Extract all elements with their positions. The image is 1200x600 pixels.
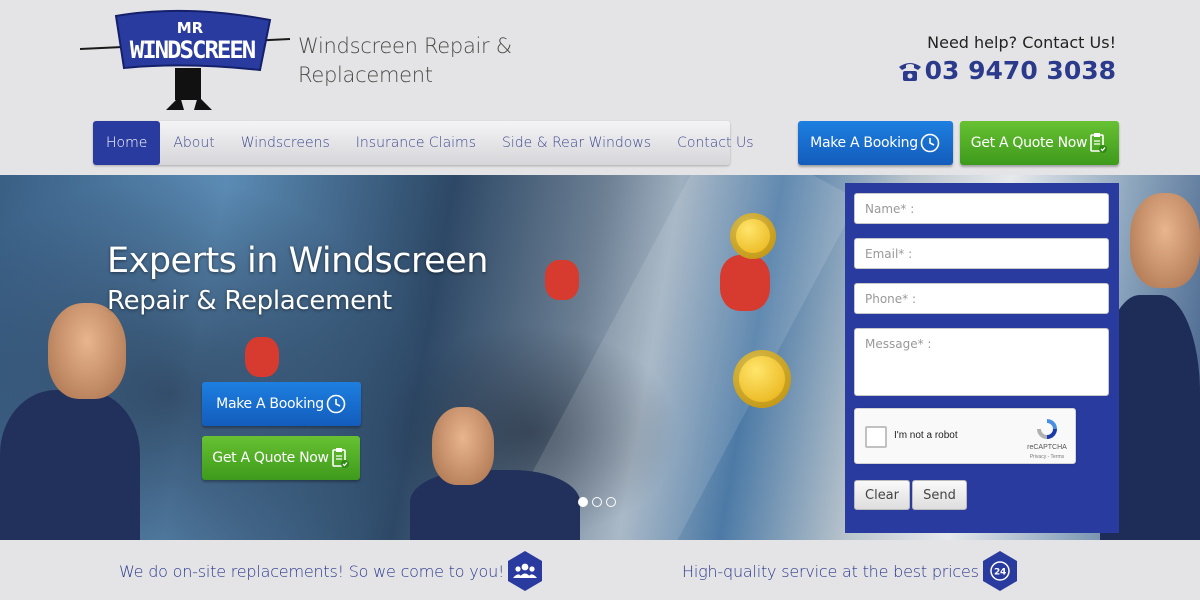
nav-insurance-claims[interactable]: Insurance Claims — [343, 121, 489, 165]
mr-windscreen-logo[interactable]: MR WINDSCREEN — [80, 6, 290, 114]
technician-left-shirt — [0, 390, 140, 540]
header-quote-button[interactable]: Get A Quote Now — [960, 121, 1119, 165]
clear-button[interactable]: Clear — [854, 480, 910, 510]
suction-cup — [730, 213, 776, 259]
nav-windscreens[interactable]: Windscreens — [228, 121, 343, 165]
hero-booking-label: Make A Booking — [216, 396, 324, 412]
suction-cup — [733, 350, 791, 408]
header-booking-label: Make A Booking — [810, 135, 918, 151]
logo-main-text: WINDSCREEN — [130, 36, 256, 64]
recaptcha-links[interactable]: Privacy - Terms — [1023, 454, 1071, 460]
slider-dot-2[interactable] — [592, 497, 602, 507]
clock-icon — [326, 394, 346, 414]
logo-top-text: MR — [177, 19, 204, 37]
recaptcha-brand: reCAPTCHA — [1027, 444, 1067, 451]
clock-icon — [920, 133, 940, 153]
feature-quality: High-quality service at the best prices … — [682, 550, 1019, 592]
technician-left — [48, 303, 126, 399]
clipboard-check-icon — [1090, 133, 1108, 153]
contact-block: Need help? Contact Us! 03 9470 3038 — [897, 33, 1116, 85]
site-header: MR WINDSCREEN Windscreen Repair & Replac… — [0, 0, 1200, 175]
features-strip: We do on-site replacements! So we come t… — [0, 540, 1200, 600]
nav-side-rear-windows[interactable]: Side & Rear Windows — [489, 121, 664, 165]
hero-quote-button[interactable]: Get A Quote Now — [202, 436, 360, 480]
name-field[interactable]: Name* : — [854, 193, 1109, 224]
slider-dots — [578, 497, 616, 507]
clipboard-check-icon — [331, 448, 349, 468]
nav-contact-us[interactable]: Contact Us — [664, 121, 766, 165]
main-nav: Home About Windscreens Insurance Claims … — [93, 121, 754, 165]
hero-booking-button[interactable]: Make A Booking — [202, 382, 361, 426]
recaptcha-checkbox[interactable] — [865, 426, 887, 448]
phone-field[interactable]: Phone* : — [854, 283, 1109, 314]
site-tagline: Windscreen Repair & Replacement — [298, 34, 512, 87]
send-button[interactable]: Send — [912, 480, 967, 510]
header-booking-button[interactable]: Make A Booking — [798, 121, 953, 165]
hero-subheadline: Repair & Replacement — [107, 286, 392, 316]
people-group-icon — [508, 551, 543, 591]
nav-about[interactable]: About — [160, 121, 227, 165]
slider-dot-1[interactable] — [578, 497, 588, 507]
technician-right — [1130, 193, 1200, 288]
technician-center — [432, 407, 494, 485]
help-text: Need help? Contact Us! — [927, 33, 1116, 52]
message-field[interactable]: Message* : — [854, 328, 1109, 396]
feature-onsite: We do on-site replacements! So we come t… — [119, 550, 544, 592]
phone-24-icon: 24 — [982, 551, 1017, 591]
slider-dot-3[interactable] — [606, 497, 616, 507]
recaptcha-label: I'm not a robot — [894, 430, 958, 441]
recaptcha-widget: I'm not a robot reCAPTCHA Privacy - Term… — [854, 408, 1076, 464]
feature-quality-text: High-quality service at the best prices — [682, 561, 979, 581]
feature-onsite-text: We do on-site replacements! So we come t… — [119, 561, 505, 581]
email-field[interactable]: Email* : — [854, 238, 1109, 269]
hero-headline: Experts in Windscreen — [107, 241, 488, 281]
svg-text:24: 24 — [994, 568, 1006, 578]
hero-quote-label: Get A Quote Now — [212, 450, 329, 466]
telephone-icon — [898, 62, 921, 81]
phone-number: 03 9470 3038 — [924, 56, 1116, 85]
recaptcha-icon — [1037, 419, 1057, 439]
header-quote-label: Get A Quote Now — [970, 135, 1088, 151]
nav-home[interactable]: Home — [93, 121, 161, 165]
phone-link[interactable]: 03 9470 3038 — [897, 56, 1116, 85]
quick-contact-form: Name* : Email* : Phone* : Message* : I'm… — [845, 183, 1119, 533]
